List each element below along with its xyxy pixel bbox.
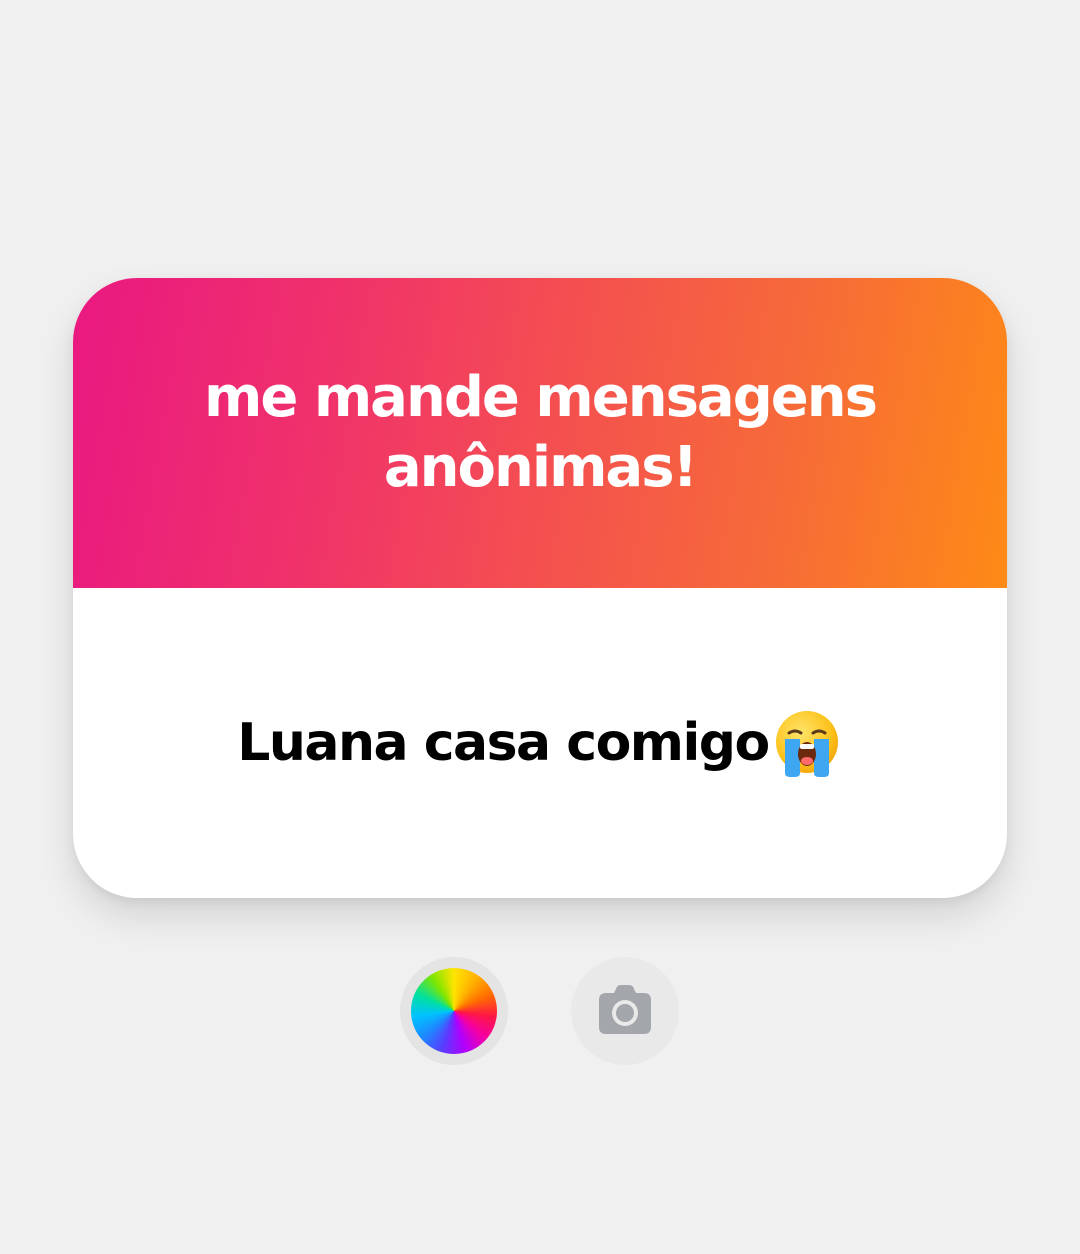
color-wheel-icon xyxy=(411,968,497,1054)
sticker-response-area[interactable]: Luana casa comigo xyxy=(73,588,1007,898)
camera-button[interactable] xyxy=(571,957,679,1065)
loudly-crying-face-icon xyxy=(771,707,843,779)
color-picker-button[interactable] xyxy=(400,957,508,1065)
sticker-controls xyxy=(0,957,1080,1067)
camera-icon xyxy=(596,980,654,1042)
sticker-answer: Luana casa comigo xyxy=(237,707,843,779)
sticker-prompt: me mande mensagens anônimas! xyxy=(204,365,878,500)
answer-text: Luana casa comigo xyxy=(237,713,770,773)
sticker-header: me mande mensagens anônimas! xyxy=(73,278,1007,588)
question-sticker-card[interactable]: me mande mensagens anônimas! Luana casa … xyxy=(73,278,1007,898)
